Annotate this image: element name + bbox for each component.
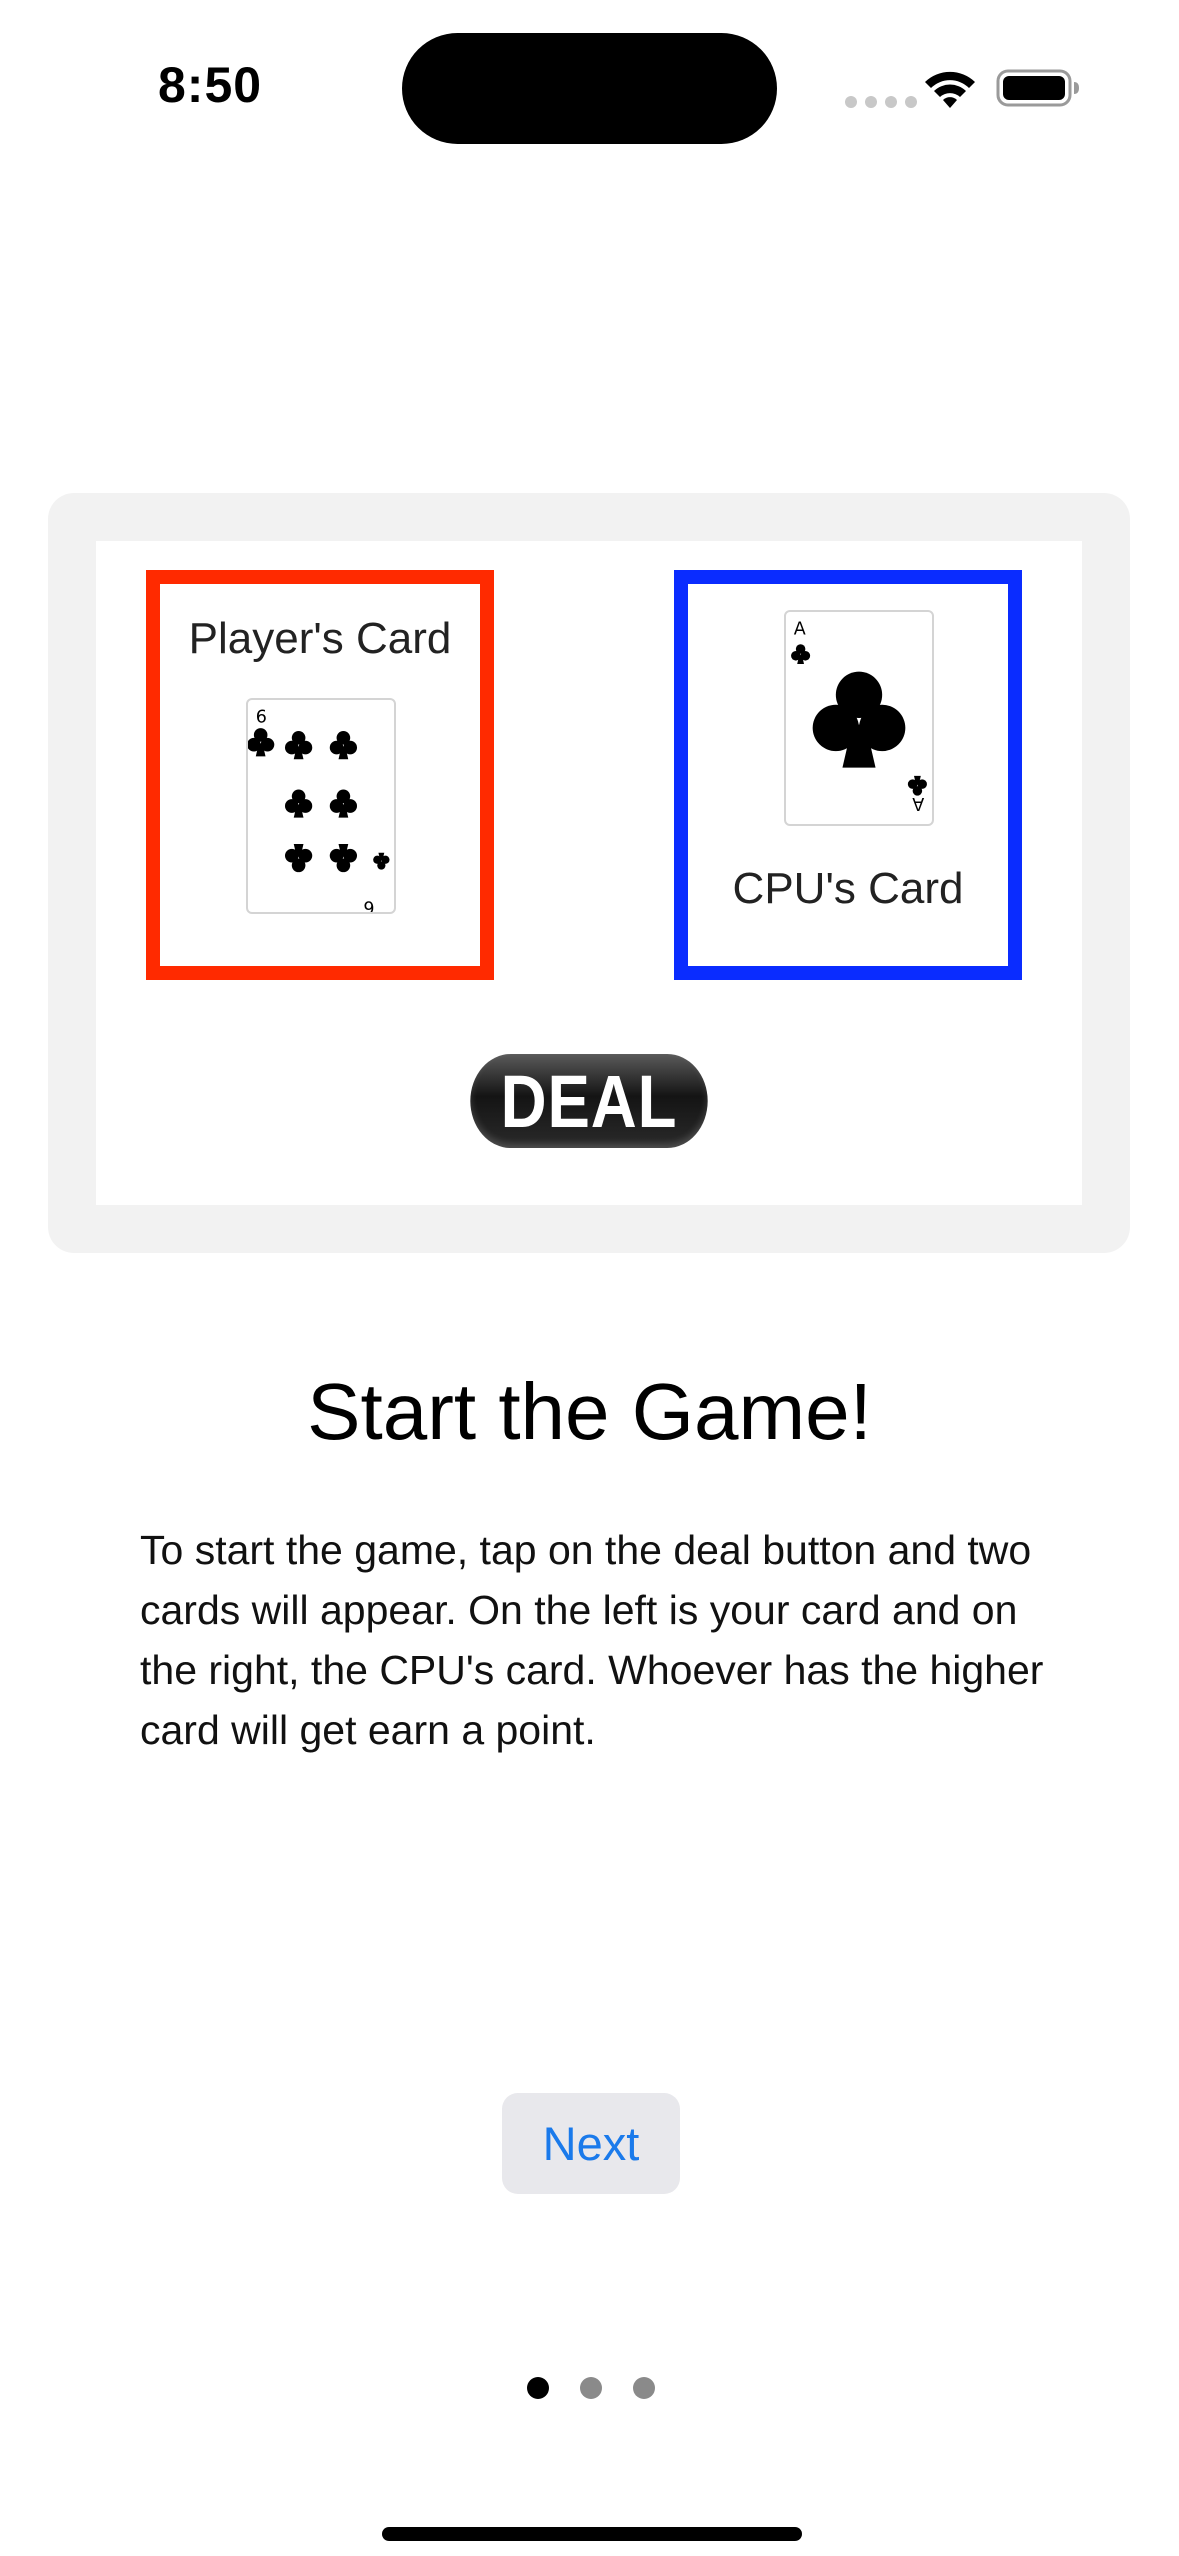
dynamic-island (402, 33, 777, 144)
svg-text:6: 6 (256, 707, 267, 727)
deal-button-image: DEAL (470, 1054, 708, 1148)
svg-text:A: A (794, 619, 806, 639)
wifi-icon (925, 71, 975, 108)
cellular-signal-icon (845, 96, 917, 108)
cpu-card-label: CPU's Card (732, 864, 964, 913)
battery-icon (996, 69, 1079, 107)
next-button[interactable]: Next (502, 2093, 680, 2194)
six-of-clubs-card: 6 6 (246, 698, 396, 914)
page-indicator[interactable] (527, 2377, 655, 2399)
page-title: Start the Game! (307, 1367, 872, 1456)
cpu-card-frame: A A CPU's Card (674, 570, 1022, 980)
player-card-label: Player's Card (188, 614, 452, 663)
ace-of-clubs-card: A A (784, 610, 934, 826)
game-preview-panel: Player's Card 6 6 A A CPU's Card DEAL (48, 493, 1130, 1253)
page-dot-3[interactable] (633, 2377, 655, 2399)
svg-text:6: 6 (363, 896, 374, 912)
player-card-frame: Player's Card 6 6 (146, 570, 494, 980)
game-preview-image: Player's Card 6 6 A A CPU's Card DEAL (96, 541, 1082, 1205)
svg-text:A: A (912, 793, 924, 813)
page-dot-1[interactable] (527, 2377, 549, 2399)
page-dot-2[interactable] (580, 2377, 602, 2399)
instructions-text: To start the game, tap on the deal butto… (140, 1527, 1044, 1753)
home-indicator[interactable] (382, 2527, 802, 2541)
status-time: 8:50 (158, 57, 263, 113)
